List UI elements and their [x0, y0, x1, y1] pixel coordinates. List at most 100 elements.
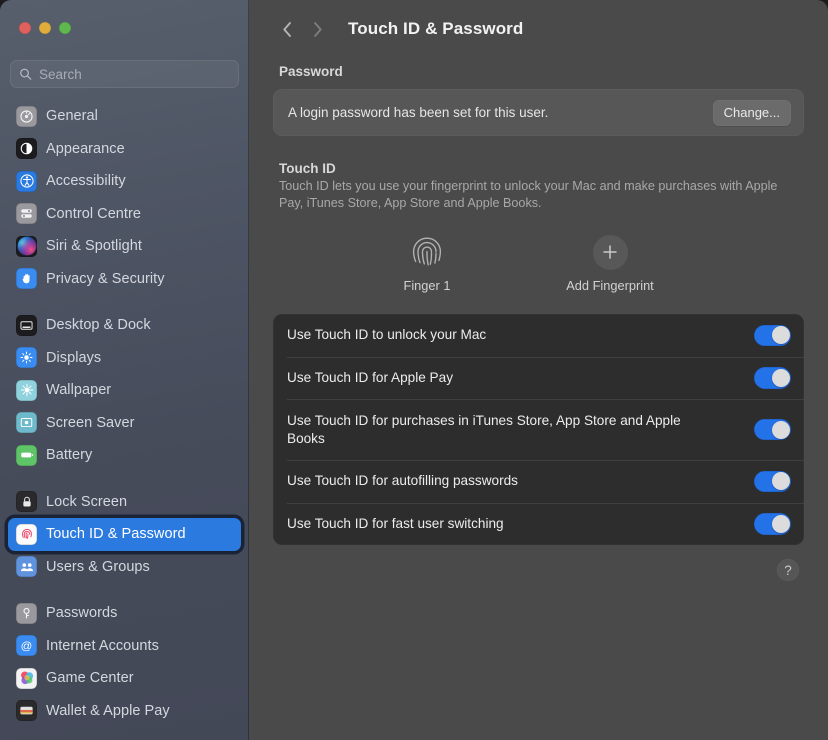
appearance-icon: [16, 138, 37, 160]
sidebar-item-lock-screen[interactable]: Lock Screen: [8, 486, 241, 519]
main-pane: Touch ID & Password Password A login pas…: [249, 0, 828, 740]
sidebar: General Appearance: [0, 0, 249, 740]
add-fingerprint-button[interactable]: [592, 233, 628, 271]
toggle-knob: [771, 472, 790, 491]
privacy-hand-icon: [16, 268, 37, 290]
toggle-label: Use Touch ID to unlock your Mac: [287, 327, 487, 343]
password-section-label: Password: [279, 64, 343, 79]
toggle-knob: [771, 326, 790, 345]
toggle-knob: [771, 514, 790, 533]
svg-text:@: @: [21, 641, 33, 653]
sidebar-group: Desktop & Dock Displays Wallpaper Screen…: [8, 309, 241, 472]
toggle-autofill-passwords[interactable]: [754, 470, 791, 492]
traffic-lights: [0, 0, 249, 46]
sidebar-item-label: Wallpaper: [46, 382, 112, 399]
sidebar-item-label: Users & Groups: [46, 558, 150, 575]
control-centre-icon: [16, 203, 37, 225]
sidebar-item-label: Accessibility: [46, 173, 126, 190]
sidebar-item-siri-spotlight[interactable]: Siri & Spotlight: [8, 230, 241, 263]
sidebar-nav-list: General Appearance Accessibility Control…: [0, 98, 249, 740]
sidebar-item-wallet-apple-pay[interactable]: Wallet & Apple Pay: [8, 695, 241, 728]
touch-id-options-card: Use Touch ID to unlock your Mac Use Touc…: [273, 314, 804, 545]
touch-id-icon: [16, 523, 37, 545]
search-icon: [20, 68, 32, 80]
sidebar-item-control-centre[interactable]: Control Centre: [8, 198, 241, 231]
wallet-icon: [16, 700, 37, 722]
sidebar-item-label: Siri & Spotlight: [46, 238, 142, 255]
sidebar-item-general[interactable]: General: [8, 100, 241, 133]
game-center-icon: [16, 667, 37, 689]
toggle-apple-pay[interactable]: [754, 367, 791, 389]
toggle-knob: [771, 420, 790, 439]
sidebar-item-passwords[interactable]: Passwords: [8, 597, 241, 630]
toolbar: Touch ID & Password: [249, 0, 828, 58]
sidebar-group: General Appearance Accessibility Control…: [8, 100, 241, 295]
sidebar-item-wallpaper[interactable]: Wallpaper: [8, 374, 241, 407]
search-input[interactable]: [39, 61, 238, 87]
battery-icon: [16, 444, 37, 466]
close-button[interactable]: [19, 22, 31, 34]
sidebar-item-desktop-dock[interactable]: Desktop & Dock: [8, 309, 241, 342]
add-fingerprint-item[interactable]: Add Fingerprint: [556, 233, 664, 293]
sidebar-item-internet-accounts[interactable]: @ Internet Accounts: [8, 630, 241, 663]
key-icon: [16, 602, 37, 624]
touch-id-heading: Touch ID: [279, 161, 336, 176]
system-settings-window: General Appearance: [0, 0, 828, 740]
displays-icon: [16, 347, 37, 369]
toggle-label: Use Touch ID for autofilling passwords: [287, 473, 518, 489]
sidebar-item-label: Game Center: [46, 670, 134, 687]
fingerprint-item[interactable]: Finger 1: [373, 233, 481, 293]
fingerprint-list: Finger 1 Add Fingerprint: [273, 233, 804, 293]
sidebar-item-label: Wallet & Apple Pay: [46, 702, 170, 719]
password-status-text: A login password has been set for this u…: [288, 105, 549, 120]
toggle-knob: [771, 368, 790, 387]
toggle-label: Use Touch ID for Apple Pay: [287, 369, 453, 385]
forward-button[interactable]: [302, 14, 332, 44]
password-card: A login password has been set for this u…: [273, 89, 804, 136]
sidebar-item-displays[interactable]: Displays: [8, 342, 241, 375]
back-button[interactable]: [272, 14, 302, 44]
sidebar-item-label: Desktop & Dock: [46, 317, 151, 334]
toggle-row: Use Touch ID for purchases in iTunes Sto…: [273, 399, 804, 460]
sidebar-item-privacy-security[interactable]: Privacy & Security: [8, 263, 241, 296]
help-button[interactable]: ?: [777, 559, 799, 581]
desktop-dock-icon: [16, 314, 37, 336]
toggle-row: Use Touch ID to unlock your Mac: [273, 314, 804, 357]
sidebar-item-touch-id-password[interactable]: Touch ID & Password: [8, 518, 241, 551]
toggle-row: Use Touch ID for autofilling passwords: [273, 460, 804, 503]
sidebar-item-label: Internet Accounts: [46, 637, 159, 654]
help-row: ?: [273, 545, 804, 581]
sidebar-item-appearance[interactable]: Appearance: [8, 133, 241, 166]
add-fingerprint-circle[interactable]: [592, 234, 628, 270]
settings-content: Password A login password has been set f…: [249, 64, 828, 581]
minimize-button[interactable]: [39, 22, 51, 34]
touch-id-info-block: Touch ID Touch ID lets you use your fing…: [273, 161, 804, 211]
fingerprint-icon: [409, 233, 445, 271]
change-password-button[interactable]: Change...: [712, 99, 791, 126]
toggle-fast-user-switching[interactable]: [754, 513, 791, 535]
sidebar-item-users-groups[interactable]: Users & Groups: [8, 551, 241, 584]
sidebar-item-label: Displays: [46, 349, 102, 366]
sidebar-item-label: Battery: [46, 447, 93, 464]
page-title: Touch ID & Password: [348, 19, 524, 38]
sidebar-group: Passwords @ Internet Accounts Game Cente…: [8, 597, 241, 727]
sidebar-item-game-center[interactable]: Game Center: [8, 662, 241, 695]
lock-icon: [16, 491, 37, 513]
sidebar-group: Lock Screen Touch ID & Password Users & …: [8, 486, 241, 584]
sidebar-item-label: Touch ID & Password: [46, 526, 186, 543]
sidebar-item-battery[interactable]: Battery: [8, 439, 241, 472]
sidebar-item-accessibility[interactable]: Accessibility: [8, 165, 241, 198]
search-field[interactable]: [10, 60, 239, 88]
search-container: [0, 46, 249, 98]
toggle-row: Use Touch ID for fast user switching: [273, 502, 804, 546]
wallpaper-icon: [16, 379, 37, 401]
sidebar-item-label: Control Centre: [46, 205, 141, 222]
add-fingerprint-label: Add Fingerprint: [566, 278, 654, 293]
maximize-button[interactable]: [59, 22, 71, 34]
sidebar-item-label: Passwords: [46, 605, 118, 622]
sidebar-item-label: Appearance: [46, 140, 125, 157]
toggle-store-purchases[interactable]: [754, 418, 791, 441]
sidebar-item-screen-saver[interactable]: Screen Saver: [8, 407, 241, 440]
chevron-right-icon: [313, 21, 322, 37]
toggle-unlock-mac[interactable]: [754, 324, 791, 346]
